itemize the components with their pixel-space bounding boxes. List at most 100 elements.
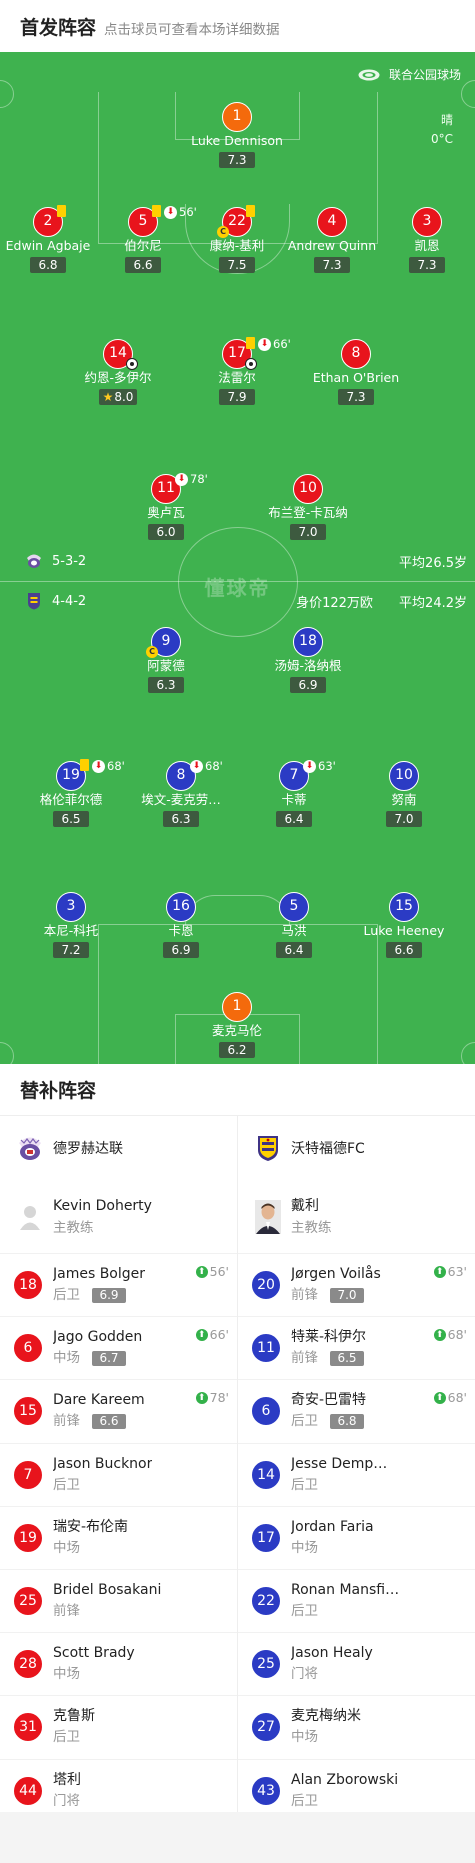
player-marker[interactable]: 11 ⬇ 78' 奥卢瓦 6.0 [106,472,226,540]
player-rating: 6.8 [30,257,66,273]
substitution-off-event: ⬇ 68' [92,759,125,773]
substitute-row[interactable]: 6 Jago Godden 中场 6.7 ⬆ 66' [0,1317,237,1381]
substitute-meta: 后卫 6.9 [53,1285,145,1306]
away-coach-text: 戴利 主教练 [291,1195,332,1239]
away-coach-name: 戴利 [291,1197,319,1214]
sub-off-minute: 66' [273,337,291,351]
substitute-row[interactable]: 7 Jason Bucknor 后卫 [0,1444,237,1507]
player-number-badge: 16 [166,892,196,922]
player-marker[interactable]: 3 本尼-科托 7.2 [11,892,131,958]
player-marker[interactable]: 1 Luke Dennison 7.3 [177,102,297,168]
substitute-meta: 中场 [291,1727,361,1748]
player-rating: 6.6 [386,942,422,958]
player-rating: ★8.0 [98,389,138,405]
player-marker[interactable]: 15 Luke Heeney 6.6 [344,892,464,958]
home-subs-column: 德罗赫达联 Kevin Doherty 主教练 18 James Bolger 后卫… [0,1116,237,1823]
player-marker[interactable]: 10 努南 7.0 [344,761,464,827]
player-marker[interactable]: 5 马洪 6.4 [234,892,354,958]
player-marker[interactable]: 9 C 阿蒙德 6.3 [106,627,226,693]
substitute-name: Jesse Demp… [291,1455,388,1472]
section-hint: 点击球员可查看本场详细数据 [104,21,280,38]
away-crest-icon [28,593,40,610]
away-coach-row[interactable]: 戴利 主教练 [238,1180,475,1254]
player-name: 马洪 [281,923,307,938]
player-marker[interactable]: 14 约恩-多伊尔 ★8.0 [58,339,178,405]
player-marker[interactable]: 8 ⬇ 68' 埃文-麦克劳… 6.3 [121,759,241,827]
player-marker[interactable]: 10 布兰登-卡瓦纳 7.0 [248,474,368,540]
substitute-name: Jason Healy [291,1645,373,1662]
substitute-meta: 中场 6.7 [53,1348,142,1369]
player-marker[interactable]: 17 ⬇ 66' 法雷尔 7.9 [177,337,297,405]
player-marker[interactable]: 3 凯恩 7.3 [367,207,475,273]
player-marker[interactable]: 7 ⬇ 63' 卡蒂 6.4 [234,759,354,827]
player-marker[interactable]: 1 麦克马伦 6.2 [177,992,297,1058]
substitute-row[interactable]: 25 Bridel Bosakani 前锋 [0,1570,237,1634]
yellow-card-icon [246,205,255,217]
substitute-row[interactable]: 28 Scott Brady 中场 [0,1633,237,1697]
sub-on-arrow-icon: ⬆ [195,1265,208,1278]
sub-off-arrow-icon: ⬇ [175,472,188,486]
coach-photo-avatar [253,1199,283,1234]
substitute-row[interactable]: 6 奇安-巴雷特 后卫 6.8 ⬆ 68' [238,1380,475,1444]
substitute-row[interactable]: 25 Jason Healy 门将 [238,1633,475,1697]
player-marker[interactable]: 16 卡恩 6.9 [121,892,241,958]
substitute-row[interactable]: 15 Dare Kareem 前锋 6.6 ⬆ 78' [0,1380,237,1444]
player-rating: 6.5 [53,811,89,827]
player-marker[interactable]: 8 Ethan O'Brien 7.3 [296,339,416,405]
substitute-row[interactable]: 27 麦克梅纳米 中场 [238,1696,475,1760]
sub-on-arrow-icon: ⬆ [433,1391,446,1404]
away-team-row[interactable]: 沃特福德FC [238,1116,475,1180]
substitute-number-badge: 17 [251,1522,281,1553]
weather-condition: 晴 [440,113,453,127]
yellow-card-icon [57,205,66,217]
player-rating-value: 7.9 [227,390,247,404]
substitute-row[interactable]: 11 特莱-科伊尔 前锋 6.5 ⬆ 68' [238,1317,475,1381]
substitute-rating: 6.6 [92,1414,126,1430]
substitute-row[interactable]: 20 Jørgen Voilås 前锋 7.0 ⬆ 63' [238,1254,475,1318]
player-rating-value: 6.6 [133,258,153,272]
player-marker[interactable]: 18 汤姆-洛纳根 6.9 [248,627,368,693]
sub-on-minute: 66' [209,1327,229,1343]
away-meta: 身价122万欧 平均24.2岁 [274,592,467,611]
substitute-row[interactable]: 31 克鲁斯 后卫 [0,1696,237,1760]
substitute-number-badge: 31 [13,1712,43,1743]
substitute-name: James Bolger [53,1266,146,1283]
player-rating-value: 6.3 [171,812,191,826]
substitute-name: 克鲁斯 [53,1708,95,1725]
substitute-name: Dare Kareem [53,1392,145,1409]
bottom-right-corner [461,1042,475,1064]
substitute-row[interactable]: 18 James Bolger 后卫 6.9 ⬆ 56' [0,1254,237,1318]
substitute-number-badge: 27 [251,1712,281,1743]
substitute-row[interactable]: 14 Jesse Demp… 后卫 [238,1444,475,1507]
player-name: 汤姆-洛纳根 [274,658,342,673]
substitute-info: Bridel Bosakani 前锋 [53,1580,161,1622]
sub-on-arrow-icon: ⬆ [195,1328,208,1341]
substitute-row[interactable]: 17 Jordan Faria 中场 [238,1507,475,1570]
away-subs-column: 沃特福德FC 戴利 主教练 20 Jørgen Voilås 前锋 7.0 ⬆ 63' 11… [238,1116,475,1823]
home-team-row[interactable]: 德罗赫达联 [0,1116,237,1180]
substitute-name: 塔利 [53,1771,81,1788]
substitute-info: 克鲁斯 后卫 [53,1706,95,1748]
home-coach-row[interactable]: Kevin Doherty 主教练 [0,1180,237,1254]
home-subs-list: 18 James Bolger 后卫 6.9 ⬆ 56' 6 Jago Godden 中场 6.7… [0,1254,237,1823]
yellow-card-icon [246,337,255,349]
player-rating: 7.3 [314,257,350,273]
section-title: 首发阵容 [20,16,97,39]
player-name: Luke Dennison [191,133,283,148]
top-left-corner [0,80,14,108]
substitution-on-event: ⬆ 78' [195,1390,229,1406]
substitute-row[interactable]: 19 瑞安-布伦南 中场 [0,1507,237,1570]
player-marker[interactable]: 19 ⬇ 68' 格伦菲尔德 6.5 [11,759,131,827]
player-rating-value: 6.4 [284,943,304,957]
player-rating-value: 7.0 [394,812,414,826]
substitute-row[interactable]: 22 Ronan Mansfi… 后卫 [238,1570,475,1634]
away-coach-role: 主教练 [291,1219,332,1236]
sub-on-minute: 78' [209,1390,229,1406]
captain-badge-icon: C [146,646,158,658]
player-rating-value: 7.3 [417,258,437,272]
home-coach-role: 主教练 [53,1219,94,1236]
player-name: 卡恩 [168,923,194,938]
substitute-info: Jago Godden 中场 6.7 [53,1327,142,1369]
substitute-position: 后卫 [291,1413,318,1430]
player-name: 布兰登-卡瓦纳 [268,505,348,520]
